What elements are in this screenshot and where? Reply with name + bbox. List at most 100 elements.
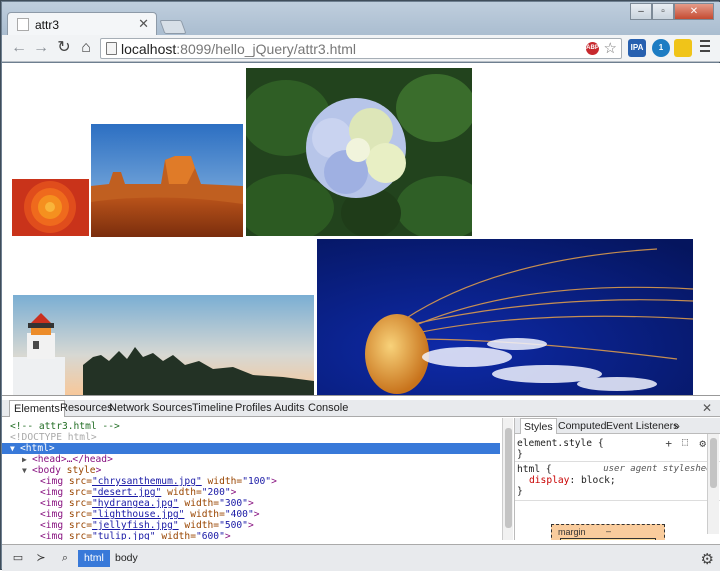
close-window-button[interactable]: ✕ <box>674 3 714 20</box>
body-tag-end: > <box>95 465 102 476</box>
dom-img-node[interactable]: <img src="tulip.jpg" width="600"> <box>40 531 502 540</box>
devtools-tabs: Elements Resources Network Sources Timel… <box>2 400 720 417</box>
tab-console[interactable]: Console <box>304 400 352 417</box>
tab-profiles[interactable]: Profiles <box>231 400 276 417</box>
width-value: "300" <box>219 498 248 509</box>
src-value[interactable]: "hydrangea.jpg" <box>92 498 179 509</box>
src-value[interactable]: "jellyfish.jpg" <box>92 520 179 531</box>
tab-timeline[interactable]: Timeline <box>188 400 237 417</box>
html-rule-selector[interactable]: html { <box>517 464 552 475</box>
tab-title: attr3 <box>35 18 60 32</box>
display-declaration[interactable]: display: block; <box>529 475 616 486</box>
breadcrumb-body[interactable]: body <box>109 550 144 567</box>
src-value[interactable]: "tulip.jpg" <box>92 531 156 540</box>
dock-icon[interactable]: ▭ <box>11 551 25 565</box>
dom-body-node[interactable]: ▼ <body style> <box>2 465 500 476</box>
styles-scroll-thumb[interactable] <box>710 438 717 488</box>
tab-styles[interactable]: Styles <box>520 418 557 434</box>
page-icon <box>17 18 29 31</box>
expand-triangle-icon[interactable]: ▼ <box>22 465 32 476</box>
src-value[interactable]: "desert.jpg" <box>92 487 161 498</box>
ipa-extension-icon[interactable]: IPA <box>628 39 646 57</box>
minimize-button[interactable]: – <box>630 3 652 20</box>
dom-img-node[interactable]: <img src="chrysanthemum.jpg" width="100"… <box>40 476 502 487</box>
src-attr: src= <box>68 531 92 540</box>
title-bar: attr3 ✕ – ▫ ✕ <box>2 2 720 36</box>
src-value[interactable]: "lighthouse.jpg" <box>92 509 184 520</box>
img-tag: <img <box>40 520 64 531</box>
dom-img-node[interactable]: <img src="desert.jpg" width="200"> <box>40 487 502 498</box>
toggle-state-icon[interactable]: ⬚ <box>682 437 688 448</box>
dom-img-node[interactable]: <img src="lighthouse.jpg" width="400"> <box>40 509 502 520</box>
img-tag-end: > <box>271 476 277 487</box>
expand-triangle-icon[interactable]: ▼ <box>10 443 20 454</box>
margin-value[interactable]: – <box>606 526 611 536</box>
key-extension-icon[interactable] <box>674 39 692 57</box>
page-info-icon[interactable] <box>106 42 117 55</box>
back-icon[interactable]: ← <box>10 39 28 57</box>
scroll-thumb[interactable] <box>505 428 512 528</box>
img-tag-end: > <box>247 498 254 509</box>
reload-icon[interactable]: ↻ <box>55 39 73 57</box>
tab-audits[interactable]: Audits <box>270 400 309 417</box>
dom-doctype[interactable]: <!DOCTYPE html> <box>10 432 502 443</box>
extension-badge-icon[interactable]: 1 <box>652 39 670 57</box>
collapsed-triangle-icon[interactable]: ▶ <box>22 454 32 465</box>
address-bar[interactable]: localhost:8099/hello_jQuery/attr3.html A… <box>100 38 622 59</box>
settings-gear-icon[interactable]: ⚙ <box>701 550 714 568</box>
tab-network[interactable]: Network <box>105 400 153 417</box>
dom-comment[interactable]: <!-- attr3.html --> <box>10 421 502 432</box>
src-attr: src= <box>68 498 92 509</box>
devtools-close-icon[interactable]: ✕ <box>702 400 712 417</box>
img-tag-end: > <box>230 487 237 498</box>
breadcrumb-html[interactable]: html <box>78 550 110 567</box>
more-tabs-icon[interactable]: » <box>671 418 683 434</box>
img-tag: <img <box>40 498 64 509</box>
width-value: "100" <box>242 476 272 487</box>
img-tag: <img <box>40 531 64 540</box>
browser-toolbar: ← → ↻ ⌂ localhost:8099/hello_jQuery/attr… <box>2 35 720 62</box>
width-value: "600" <box>195 531 225 540</box>
src-attr: src= <box>68 520 92 531</box>
style-gear-icon[interactable]: ⚙ <box>699 437 706 450</box>
styles-pane: Styles Computed Event Listeners » elemen… <box>514 418 720 540</box>
elements-scrollbar[interactable] <box>502 418 513 540</box>
tab-computed[interactable]: Computed <box>555 418 609 434</box>
width-value: "500" <box>219 520 248 531</box>
dom-img-node[interactable]: <img src="jellyfish.jpg" width="500"> <box>40 520 502 531</box>
border-box <box>560 538 656 540</box>
url-text[interactable]: localhost:8099/hello_jQuery/attr3.html <box>121 41 356 57</box>
styles-tabs: Styles Computed Event Listeners » <box>515 418 720 434</box>
menu-icon[interactable] <box>700 40 710 52</box>
forward-icon[interactable]: → <box>32 39 50 57</box>
width-value: "200" <box>201 487 231 498</box>
add-rule-icon[interactable]: + <box>665 437 672 450</box>
tab-close-icon[interactable]: ✕ <box>138 16 149 32</box>
adblock-icon[interactable]: ABP <box>586 42 599 55</box>
new-tab-button[interactable] <box>159 20 187 34</box>
jellyfish-image <box>317 239 693 395</box>
tab-event-listeners[interactable]: Event Listeners <box>603 418 681 434</box>
rule-divider-2 <box>515 500 720 501</box>
src-value[interactable]: "chrysanthemum.jpg" <box>92 476 202 487</box>
margin-label: margin <box>558 527 586 537</box>
show-console-icon[interactable]: ≻ <box>34 551 48 565</box>
home-icon[interactable]: ⌂ <box>77 39 95 57</box>
inspect-search-icon[interactable]: ⌕ <box>58 551 72 565</box>
elements-tree: <!-- attr3.html --> <!DOCTYPE html> ▼ <ht… <box>2 418 502 540</box>
dom-img-node[interactable]: <img src="hydrangea.jpg" width="300"> <box>40 498 502 509</box>
img-tag: <img <box>40 476 64 487</box>
bookmark-star-icon[interactable]: ☆ <box>604 39 617 57</box>
browser-tab[interactable]: attr3 ✕ <box>7 12 157 36</box>
styles-scrollbar[interactable] <box>707 434 719 534</box>
rule-source[interactable]: user agent stylesheet <box>603 464 717 475</box>
body-style-attr: style <box>66 465 96 476</box>
element-style-selector[interactable]: element.style { <box>517 438 604 449</box>
dom-head-node[interactable]: ▶ <head>…</head> <box>2 454 500 465</box>
chrysanthemum-image <box>12 179 89 236</box>
maximize-button[interactable]: ▫ <box>652 3 674 20</box>
dom-html-node[interactable]: ▼ <html> <box>2 443 500 454</box>
page-viewport <box>2 63 720 395</box>
browser-window: attr3 ✕ – ▫ ✕ ← → ↻ ⌂ localhost:8099/hel… <box>0 0 720 571</box>
img-tag: <img <box>40 487 64 498</box>
